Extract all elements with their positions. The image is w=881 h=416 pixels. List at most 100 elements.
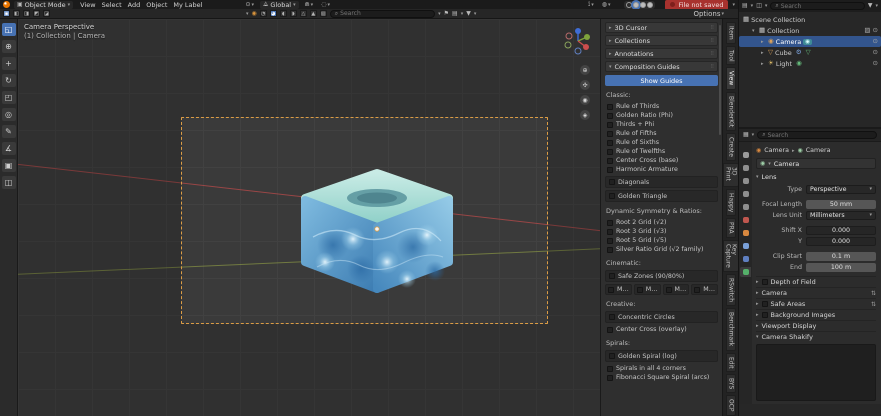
chevron-down-icon[interactable]: ▾ xyxy=(461,11,464,17)
checkbox-root-2-grid-2[interactable]: Root 2 Grid (√2) xyxy=(605,218,718,227)
shift-x-field[interactable]: 0.000 xyxy=(806,226,876,235)
panel-section-annotations[interactable]: ▸Annotations⠿ xyxy=(605,48,718,59)
filter-collection-icon[interactable]: ◫ xyxy=(756,3,762,9)
clip-start-field[interactable]: 0.1 m xyxy=(806,252,876,261)
viewport-3d[interactable]: Camera Perspective (1) Collection | Came… xyxy=(18,19,600,416)
color-wheel-icon[interactable]: ◉ xyxy=(252,11,257,17)
disclosure-icon[interactable]: ▸ xyxy=(761,61,766,67)
properties-search[interactable]: ⌕ xyxy=(757,131,877,139)
focal-length-slider[interactable]: 50 mm xyxy=(806,200,876,209)
world-tab-icon[interactable] xyxy=(740,215,751,225)
disclosure-icon[interactable]: ▾ xyxy=(752,28,757,34)
eye-icon[interactable]: ⊙ xyxy=(873,49,878,56)
brush-icon-2[interactable]: ◕ xyxy=(270,10,277,17)
brush-icon-7[interactable]: ▧ xyxy=(320,10,327,17)
physics-tab-icon[interactable] xyxy=(740,254,751,264)
editor-mode-icon-2[interactable]: ◧ xyxy=(13,10,20,17)
camera-datablock-field[interactable]: ◉ ▾ Camera xyxy=(756,158,876,169)
outliner-row-collection[interactable]: ▾▦Collection▨⊙ xyxy=(739,25,881,36)
outliner-row-camera[interactable]: ▸◉Camera◉⊙ xyxy=(739,36,881,47)
checkbox-center-cross-overlay[interactable]: Center Cross (overlay) xyxy=(605,325,718,334)
brush-icon-3[interactable]: ◖ xyxy=(280,10,287,17)
gizmos-dropdown[interactable]: ⟟▾ xyxy=(586,2,596,8)
view-layer-tab-icon[interactable] xyxy=(740,189,751,199)
chevron-down-icon[interactable]: ▾ xyxy=(732,2,735,8)
editor-mode-icon-5[interactable]: ◪ xyxy=(43,10,50,17)
checkbox-rule-of-sixths[interactable]: Rule of Sixths xyxy=(605,138,718,147)
checkbox-box[interactable] xyxy=(609,193,615,199)
checkbox-box[interactable] xyxy=(762,301,768,307)
checkbox-box[interactable] xyxy=(607,220,613,226)
header-search[interactable]: ⌕ xyxy=(330,10,435,18)
panel-camera-shakify[interactable]: ▾Camera Shakify xyxy=(756,331,876,342)
checkbox-harmonic-armature[interactable]: Harmonic Armature xyxy=(605,165,718,174)
editor-mode-icon-4[interactable]: ◩ xyxy=(33,10,40,17)
checkbox-box[interactable] xyxy=(666,287,672,293)
checkbox-fibonacci-square-spiral-arcs[interactable]: Fibonacci Square Spiral (arcs) xyxy=(605,373,718,382)
chevron-down-icon[interactable]: ▾ xyxy=(765,3,768,9)
object-data-tab-icon[interactable] xyxy=(740,267,751,277)
checkbox-box[interactable] xyxy=(609,353,615,359)
chevron-down-icon[interactable]: ▾ xyxy=(438,11,441,17)
select-box-tool-icon[interactable]: ◱ xyxy=(2,23,16,36)
measure-tool-icon[interactable]: ∡ xyxy=(2,142,16,155)
brush-icon-4[interactable]: ◗ xyxy=(290,10,297,17)
checkbox-rule-of-thirds[interactable]: Rule of Thirds xyxy=(605,102,718,111)
checkbox-box[interactable] xyxy=(609,314,615,320)
scale-tool-icon[interactable]: ◰ xyxy=(2,91,16,104)
checkbox-box[interactable] xyxy=(607,327,613,333)
sidebar-tab-bys[interactable]: BYS xyxy=(726,374,736,393)
properties-search-input[interactable] xyxy=(768,132,872,139)
panel-safe-areas[interactable]: ▸Safe Areas⇅ xyxy=(756,298,876,309)
clip-end-field[interactable]: 100 m xyxy=(806,263,876,272)
outliner-row-scene-collection[interactable]: ▦Scene Collection xyxy=(739,14,881,25)
breadcrumb-data[interactable]: Camera xyxy=(806,147,831,154)
sidebar-tab-edit[interactable]: Edit xyxy=(726,353,736,373)
move-tool-icon[interactable]: + xyxy=(2,57,16,70)
brush-icon-6[interactable]: ▲ xyxy=(310,10,317,17)
chevron-down-icon[interactable]: ▾ xyxy=(751,3,754,9)
checkbox-matt[interactable]: Matt... xyxy=(663,284,690,295)
panel-camera[interactable]: ▸Camera⇅ xyxy=(756,287,876,298)
object-tab-icon[interactable] xyxy=(740,228,751,238)
disclosure-icon[interactable]: ▸ xyxy=(761,50,766,56)
checkbox-rule-of-fifths[interactable]: Rule of Fifths xyxy=(605,129,718,138)
sidebar-tab-create[interactable]: Create xyxy=(726,133,736,161)
layout-icon[interactable]: ▤ xyxy=(452,11,458,17)
checkbox-thirds-phi[interactable]: Thirds + Phi xyxy=(605,120,718,129)
checkbox-box[interactable] xyxy=(609,273,615,279)
sidebar-tab-item[interactable]: Item xyxy=(726,22,736,44)
menu-select[interactable]: Select xyxy=(99,1,125,9)
checkbox-silver-ratio-grid-2-family[interactable]: Silver Ratio Grid (√2 family) xyxy=(605,245,718,254)
checkbox-golden-triangle[interactable]: Golden Triangle xyxy=(605,190,718,202)
exclude-toggle-icon[interactable]: ▨ xyxy=(864,27,870,34)
filter-funnel-icon[interactable]: ▼ xyxy=(466,11,471,17)
wireframe-shading-icon[interactable] xyxy=(626,2,632,8)
checkbox-box[interactable] xyxy=(607,131,613,137)
checkbox-rule-of-twelfths[interactable]: Rule of Twelfths xyxy=(605,147,718,156)
sidebar-tab-view[interactable]: View xyxy=(726,67,736,89)
checkbox-box[interactable] xyxy=(607,375,613,381)
checkbox-golden-ratio-phi[interactable]: Golden Ratio (Phi) xyxy=(605,111,718,120)
transform-pivot-dropdown[interactable]: ⊙▾ xyxy=(243,2,256,8)
cursor-tool-icon[interactable]: ⊕ xyxy=(2,40,16,53)
display-mode-icon[interactable]: ▤ xyxy=(742,3,748,9)
checkbox-spirals-in-all-4-corners[interactable]: Spirals in all 4 corners xyxy=(605,364,718,373)
brush-icon-5[interactable]: △ xyxy=(300,10,307,17)
panel-background-images[interactable]: ▸Background Images xyxy=(756,309,876,320)
editor-type-icon[interactable]: ▦ xyxy=(743,132,749,138)
outliner-search[interactable]: ⌕ xyxy=(770,2,864,10)
checkbox-box[interactable] xyxy=(607,149,613,155)
sidebar-tab-tool[interactable]: Tool xyxy=(726,46,736,66)
annotate-tool-icon[interactable]: ✎ xyxy=(2,125,16,138)
checkbox-box[interactable] xyxy=(607,238,613,244)
checkbox-box[interactable] xyxy=(762,312,768,318)
mesh-tool-icon[interactable]: ◫ xyxy=(2,176,16,189)
chevron-down-icon[interactable]: ▾ xyxy=(246,11,249,17)
sidebar-tab-blenderkit[interactable]: BlenderKit xyxy=(726,92,736,131)
scrollbar[interactable] xyxy=(719,25,721,135)
editor-mode-icon-3[interactable]: ◨ xyxy=(23,10,30,17)
menu-view[interactable]: View xyxy=(77,1,98,9)
checkbox-box[interactable] xyxy=(762,279,768,285)
sidebar-tab-pra[interactable]: PRA xyxy=(726,218,736,238)
